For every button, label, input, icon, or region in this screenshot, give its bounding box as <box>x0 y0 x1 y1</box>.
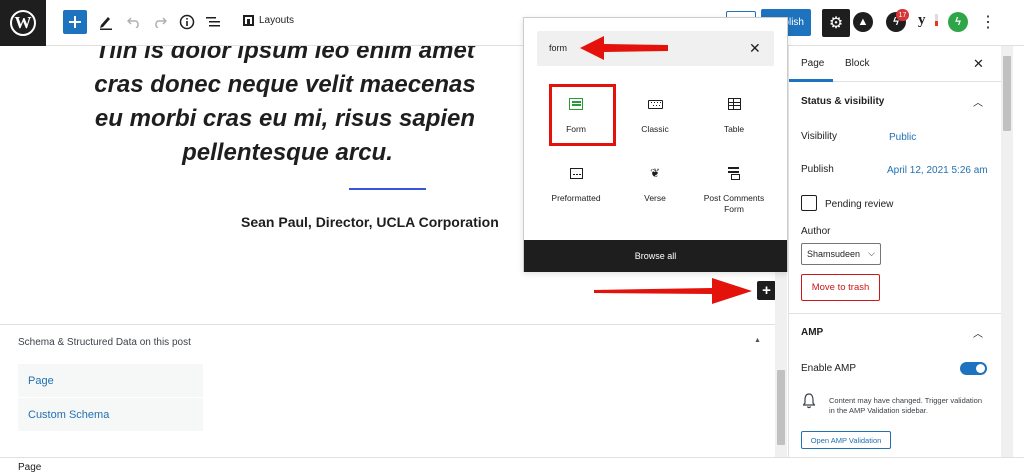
bolt-icon: ϟ <box>955 16 961 28</box>
table-icon <box>726 96 742 112</box>
block-breadcrumb[interactable]: Page <box>18 462 41 473</box>
undo-button[interactable] <box>127 11 141 33</box>
visibility-label: Visibility <box>801 131 837 142</box>
tab-block[interactable]: Block <box>845 58 869 69</box>
bell-icon <box>803 393 815 409</box>
block-item-verse[interactable]: ❦ Verse <box>615 157 695 217</box>
browse-all-button[interactable]: Browse all <box>524 240 787 272</box>
seo-score-indicator <box>935 14 938 26</box>
pencil-icon <box>100 17 112 30</box>
keyboard-icon <box>647 96 663 112</box>
settings-button[interactable]: ⚙ <box>822 9 850 37</box>
quote-separator <box>349 188 426 190</box>
notification-count-badge: 17 <box>896 9 909 21</box>
layouts-button[interactable]: Layouts <box>243 15 294 26</box>
layouts-label: Layouts <box>259 15 295 26</box>
quote-line[interactable]: eu morbi cras eu mi, risus sapien <box>0 102 570 136</box>
publish-label: Publish <box>801 164 834 175</box>
move-to-trash-button[interactable]: Move to trash <box>801 274 880 301</box>
details-button[interactable] <box>179 11 195 33</box>
wordpress-logo-button[interactable]: W <box>0 0 46 46</box>
plus-icon: + <box>762 282 771 299</box>
layouts-icon <box>243 15 254 26</box>
gear-icon: ⚙ <box>828 15 844 32</box>
section-divider <box>789 313 1001 314</box>
pending-review-checkbox[interactable] <box>801 195 817 211</box>
close-sidebar-icon[interactable]: ✕ <box>973 56 984 72</box>
schema-meta-box-title: Schema & Structured Data on this post <box>18 337 191 348</box>
settings-sidebar: Page Block ✕ Status & visibility ︿ Visib… <box>788 46 1024 457</box>
form-block-highlight <box>549 84 616 146</box>
chevron-down-icon: ⌵ <box>868 248 875 258</box>
block-item-post-comments-form[interactable]: Post Comments Form <box>694 157 774 217</box>
list-view-icon <box>206 17 220 27</box>
schema-meta-box: Schema & Structured Data on this post ▲ … <box>0 324 775 457</box>
astra-icon: ▲ <box>857 16 869 28</box>
quote-line[interactable]: cras donec neque velit maecenas <box>0 68 570 102</box>
browse-all-label: Browse all <box>634 251 677 261</box>
editor-top-toolbar: W Layouts Publish <box>0 0 1024 46</box>
inline-add-block-button[interactable]: + <box>757 281 776 300</box>
quote-citation[interactable]: Sean Paul, Director, UCLA Corporation <box>241 214 499 230</box>
pending-review-label[interactable]: Pending review <box>825 199 893 210</box>
preformatted-icon <box>568 165 584 181</box>
block-item-classic[interactable]: Classic <box>615 88 695 148</box>
chevron-up-icon[interactable]: ︿ <box>973 325 983 340</box>
block-item-label: Table <box>723 124 745 134</box>
canvas-scrollbar-thumb[interactable] <box>777 370 785 445</box>
info-icon <box>179 14 195 30</box>
chevron-up-icon[interactable]: ︿ <box>973 94 983 109</box>
move-to-trash-label: Move to trash <box>811 282 870 293</box>
tab-page[interactable]: Page <box>801 58 824 69</box>
enable-amp-toggle[interactable] <box>960 362 987 375</box>
visibility-value-link[interactable]: Public <box>889 132 916 143</box>
tools-pencil-button[interactable] <box>99 11 113 33</box>
block-item-label: Preformatted <box>551 193 601 203</box>
plus-icon <box>69 16 81 28</box>
comments-form-icon <box>726 165 742 181</box>
enable-amp-label: Enable AMP <box>801 363 857 374</box>
schema-tab-custom-schema[interactable]: Custom Schema <box>18 397 203 431</box>
block-item-table[interactable]: Table <box>694 88 774 148</box>
editor-footer: Page <box>0 457 1024 476</box>
block-inserter-toggle-button[interactable] <box>63 10 87 34</box>
sidebar-tabs: Page Block ✕ <box>789 46 1001 82</box>
schema-tab-page[interactable]: Page <box>18 363 203 397</box>
status-visibility-title[interactable]: Status & visibility <box>801 96 884 107</box>
block-item-label: Post Comments Form <box>703 193 765 214</box>
amp-validation-notice: Content may have changed. Trigger valida… <box>829 396 983 415</box>
sidebar-scrollbar-thumb[interactable] <box>1003 56 1011 131</box>
annotation-arrow-search <box>580 36 668 60</box>
annotation-arrow-add-block <box>594 278 752 304</box>
list-view-button[interactable] <box>206 11 221 33</box>
open-amp-validation-button[interactable]: Open AMP Validation <box>801 431 891 449</box>
yoast-seo-icon[interactable]: y <box>918 12 926 29</box>
open-amp-validation-label: Open AMP Validation <box>810 435 882 445</box>
author-label: Author <box>801 226 831 237</box>
feather-icon: ❦ <box>649 166 661 180</box>
collapse-triangle-icon[interactable]: ▲ <box>754 337 761 344</box>
publish-date-link[interactable]: April 12, 2021 5:26 am <box>887 165 988 176</box>
block-search-input[interactable]: form <box>549 43 567 53</box>
undo-icon <box>127 17 139 28</box>
block-item-label: Classic <box>641 124 669 134</box>
redo-button[interactable] <box>153 11 167 33</box>
more-options-icon[interactable]: ⋮ <box>980 12 996 32</box>
jetpack-plugin-button[interactable]: ϟ <box>948 12 968 32</box>
active-tab-indicator <box>789 79 833 82</box>
block-item-label: Verse <box>644 193 666 203</box>
author-select[interactable]: Shamsudeen ⌵ <box>801 243 881 265</box>
quote-line[interactable]: Tiin is dolor ipsum leo enim amet <box>0 46 570 68</box>
author-select-value: Shamsudeen <box>807 249 861 259</box>
redo-icon <box>155 17 167 28</box>
amp-section-title[interactable]: AMP <box>801 327 823 338</box>
astra-plugin-button[interactable]: ▲ <box>853 12 873 32</box>
wordpress-logo-icon: W <box>10 10 36 36</box>
clear-search-icon[interactable]: ✕ <box>749 40 761 57</box>
block-item-preformatted[interactable]: Preformatted <box>536 157 616 217</box>
